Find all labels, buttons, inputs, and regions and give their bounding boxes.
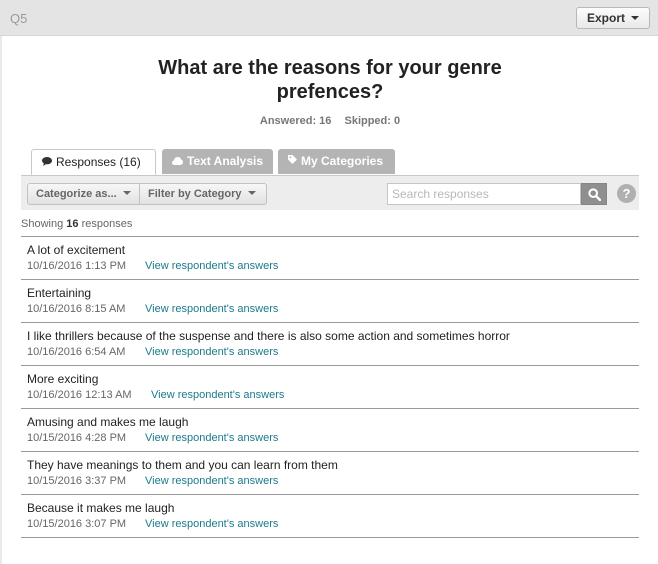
showing-number: 16 (66, 218, 79, 230)
responses-list: A lot of excitement 10/16/2016 1:13 PM V… (21, 236, 639, 538)
responses-toolbar: Categorize as... Filter by Category ? (21, 175, 639, 210)
view-respondent-answers-link[interactable]: View respondent's answers (145, 260, 278, 272)
tag-icon (288, 151, 297, 175)
response-text: Because it makes me laugh (27, 501, 175, 515)
question-title: What are the reasons for your genre pref… (158, 57, 502, 103)
filter-by-category-dropdown[interactable]: Filter by Category (140, 183, 267, 205)
response-date: 10/15/2016 3:37 PM (27, 475, 127, 487)
skipped-count: Skipped: 0 (344, 115, 401, 127)
view-respondent-answers-link[interactable]: View respondent's answers (145, 518, 278, 530)
cloud-icon (172, 151, 183, 175)
showing-suffix: responses (81, 218, 133, 230)
response-date: 10/16/2016 6:54 AM (27, 346, 126, 358)
tab-my-categories-label: My Categories (301, 154, 384, 168)
answered-count: Answered: 16 (259, 115, 332, 127)
list-item: Because it makes me laugh 10/15/2016 3:0… (21, 495, 639, 538)
tab-my-categories[interactable]: My Categories (278, 149, 395, 174)
response-date: 10/15/2016 4:28 PM (27, 432, 127, 444)
list-item: Amusing and makes me laugh 10/15/2016 4:… (21, 409, 639, 452)
categorize-as-label: Categorize as... (36, 188, 117, 200)
question-panel: What are the reasons for your genre pref… (2, 36, 658, 564)
help-icon[interactable]: ? (617, 184, 636, 203)
response-text: They have meanings to them and you can l… (27, 458, 338, 472)
export-button[interactable]: Export (575, 7, 650, 29)
list-item: More exciting 10/16/2016 12:13 AM View r… (21, 366, 639, 409)
response-text: More exciting (27, 372, 99, 386)
response-date: 10/16/2016 8:15 AM (27, 303, 126, 315)
chevron-down-icon (122, 191, 131, 196)
view-respondent-answers-link[interactable]: View respondent's answers (145, 432, 278, 444)
tab-responses-label: Responses (56, 155, 117, 169)
question-number: Q5 (10, 11, 28, 26)
question-header-bar: Q5 Export (0, 0, 658, 36)
tab-responses-count: (16) (119, 155, 141, 169)
chevron-down-icon (631, 15, 639, 20)
tab-text-analysis-label: Text Analysis (187, 154, 264, 168)
response-text: Amusing and makes me laugh (27, 415, 189, 429)
question-summary-frame: Q5 Export What are the reasons for your … (0, 0, 658, 564)
filter-by-category-label: Filter by Category (148, 188, 242, 200)
search-button[interactable] (581, 183, 607, 205)
list-item: A lot of excitement 10/16/2016 1:13 PM V… (21, 237, 639, 280)
showing-prefix: Showing (21, 218, 64, 230)
question-title-container: What are the reasons for your genre pref… (2, 56, 658, 104)
response-stats: Answered: 16 Skipped: 0 (2, 115, 658, 127)
chevron-down-icon (247, 191, 256, 196)
view-respondent-answers-link[interactable]: View respondent's answers (145, 303, 278, 315)
tab-text-analysis[interactable]: Text Analysis (162, 149, 273, 174)
response-date: 10/16/2016 12:13 AM (27, 389, 132, 401)
export-label: Export (586, 11, 625, 25)
response-text: I like thrillers because of the suspense… (27, 329, 510, 343)
view-respondent-answers-link[interactable]: View respondent's answers (145, 475, 278, 487)
speech-bubble-icon (42, 152, 52, 176)
view-respondent-answers-link[interactable]: View respondent's answers (151, 389, 284, 401)
search-responses-input[interactable] (387, 183, 581, 205)
tab-responses[interactable]: Responses (16) (31, 149, 156, 175)
view-respondent-answers-link[interactable]: View respondent's answers (145, 346, 278, 358)
response-date: 10/16/2016 1:13 PM (27, 260, 127, 272)
response-text: Entertaining (27, 286, 92, 300)
list-item: Entertaining 10/16/2016 8:15 AM View res… (21, 280, 639, 323)
showing-count: Showing 16 responses (21, 218, 132, 230)
response-date: 10/15/2016 3:07 PM (27, 518, 127, 530)
categorize-as-dropdown[interactable]: Categorize as... (27, 183, 140, 205)
list-item: They have meanings to them and you can l… (21, 452, 639, 495)
response-text: A lot of excitement (27, 243, 126, 257)
list-item: I like thrillers because of the suspense… (21, 323, 639, 366)
